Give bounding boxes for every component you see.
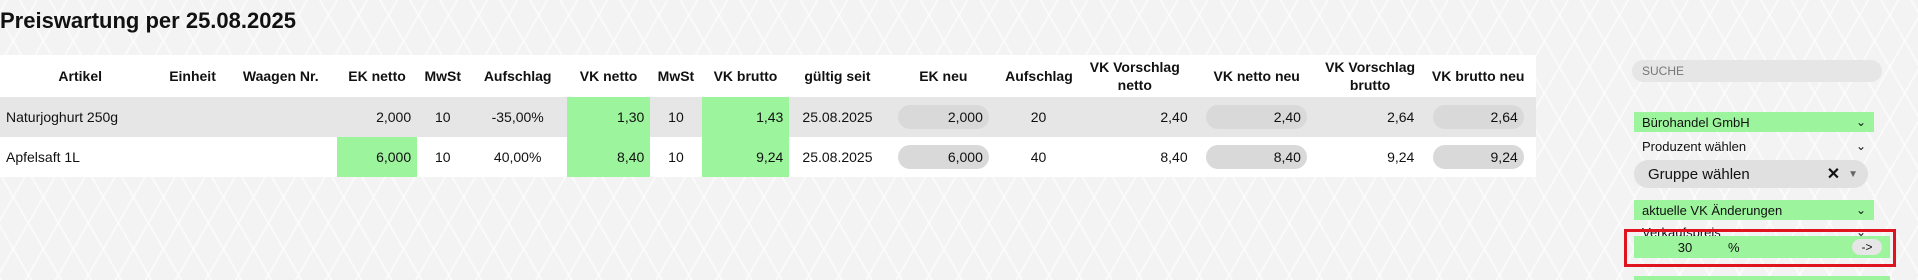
col-header-mwst[interactable]: MwSt	[417, 55, 468, 97]
percent-adjust-bar: 30 % ->	[1634, 236, 1890, 258]
search-input[interactable]	[1632, 60, 1882, 82]
cell-einheit	[160, 137, 224, 177]
cell-ek-netto: 6,000	[336, 137, 418, 177]
supplier-select[interactable]: Bürohandel GmbH ⌄	[1634, 112, 1874, 132]
percent-input[interactable]: 30	[1670, 240, 1700, 255]
cell-ek-netto: 2,000	[336, 97, 418, 137]
cell-vk-vorschlag-netto: 2,40	[1075, 97, 1194, 137]
table-row[interactable]: Apfelsaft 1L 6,000 10 40,00% 8,40 10 9,2…	[0, 137, 1536, 177]
page-title: Preiswartung per 25.08.2025	[0, 8, 296, 33]
vk-netto-neu-field[interactable]: 8,40	[1206, 145, 1307, 169]
cell-ek-neu[interactable]: 2,000	[885, 97, 1002, 137]
vk-brutto-neu-field[interactable]: 2,64	[1432, 105, 1524, 129]
cell-mwst: 10	[435, 149, 451, 165]
cell-aufschlag-neu: 20	[1001, 97, 1076, 137]
col-header-aufschlag[interactable]: Aufschlag	[468, 55, 566, 97]
cell-vk-netto: 1,30	[566, 97, 651, 137]
changes-label: aktuelle VK Änderungen	[1642, 202, 1783, 218]
chevron-down-icon: ⌄	[1855, 115, 1866, 129]
col-header-gueltig-seit[interactable]: gültig seit	[789, 55, 885, 97]
cell-ek-neu[interactable]: 6,000	[886, 137, 1002, 177]
col-header-vk-brutto[interactable]: VK brutto	[702, 55, 790, 97]
cell-vk-netto: 8,40	[566, 137, 651, 177]
percent-unit: %	[1728, 239, 1740, 255]
col-header-aufschlag-2[interactable]: Aufschlag	[1001, 55, 1076, 97]
cell-vk-netto-neu[interactable]: 2,40	[1193, 97, 1320, 137]
col-header-vk-brutto-neu[interactable]: VK brutto neu	[1420, 55, 1536, 97]
clear-icon[interactable]: ✕	[1827, 164, 1840, 184]
chevron-down-icon: ⌄	[1855, 203, 1866, 217]
cell-vk-netto-neu[interactable]: 8,40	[1194, 137, 1320, 177]
price-table: Artikel Einheit Waagen Nr. EK netto MwSt…	[0, 55, 1536, 177]
cell-waagen-nr	[224, 97, 337, 137]
cell-vk-brutto: 9,24	[701, 137, 790, 177]
ek-neu-field[interactable]: 2,000	[897, 105, 989, 129]
col-header-vk-netto-neu[interactable]: VK netto neu	[1194, 55, 1320, 97]
chevron-down-icon: ⌄	[1855, 139, 1866, 153]
col-header-einheit[interactable]: Einheit	[160, 55, 224, 97]
producer-label: Produzent wählen	[1642, 138, 1747, 154]
col-header-artikel[interactable]: Artikel	[0, 55, 160, 97]
cell-aufschlag: -35,00%	[468, 97, 567, 137]
col-header-vk-vorschlag-brutto[interactable]: VK Vorschlag brutto	[1320, 55, 1421, 97]
cell-vk-vorschlag-brutto: 2,64	[1319, 97, 1421, 137]
group-select[interactable]: Gruppe wählen ✕ ▼	[1634, 160, 1868, 188]
cell-vk-brutto: 1,43	[701, 97, 790, 137]
col-header-mwst-2[interactable]: MwSt	[650, 55, 701, 97]
ek-neu-field[interactable]: 6,000	[897, 145, 989, 169]
col-header-ek-netto[interactable]: EK netto	[337, 55, 417, 97]
vk-netto-neu-field[interactable]: 2,40	[1206, 105, 1307, 129]
cell-vk-vorschlag-netto: 8,40	[1160, 149, 1188, 165]
green-strip	[1634, 276, 1890, 280]
col-header-ek-neu[interactable]: EK neu	[886, 55, 1002, 97]
cell-vk-brutto-neu[interactable]: 9,24	[1420, 137, 1536, 177]
cell-gueltig-seit: 25.08.2025	[802, 149, 873, 165]
group-label: Gruppe wählen	[1648, 165, 1750, 183]
vk-brutto-neu-field[interactable]: 9,24	[1432, 145, 1524, 169]
filter-panel: Bürohandel GmbH ⌄ Produzent wählen ⌄ Gru…	[1630, 60, 1894, 240]
cell-mwst: 10	[417, 97, 469, 137]
cell-aufschlag-neu: 40	[1030, 149, 1047, 165]
col-header-vk-netto[interactable]: VK netto	[567, 55, 650, 97]
cell-einheit	[160, 97, 225, 137]
cell-artikel: Apfelsaft 1L	[6, 149, 80, 165]
cell-mwst-2: 10	[650, 97, 702, 137]
col-header-waagen-nr[interactable]: Waagen Nr.	[225, 55, 337, 97]
cell-vk-vorschlag-brutto: 9,24	[1387, 149, 1415, 165]
table-row[interactable]: Naturjoghurt 250g 2,000 10 -35,00% 1,30 …	[0, 97, 1536, 137]
cell-gueltig-seit: 25.08.2025	[789, 97, 886, 137]
cell-waagen-nr	[225, 137, 337, 177]
table-header-row: Artikel Einheit Waagen Nr. EK netto MwSt…	[0, 55, 1536, 97]
producer-select[interactable]: Produzent wählen ⌄	[1634, 136, 1874, 156]
cell-vk-brutto-neu[interactable]: 2,64	[1420, 97, 1536, 137]
col-header-vk-vorschlag-netto[interactable]: VK Vorschlag netto	[1076, 55, 1194, 97]
changes-select[interactable]: aktuelle VK Änderungen ⌄	[1634, 200, 1874, 220]
apply-button[interactable]: ->	[1852, 239, 1882, 255]
cell-aufschlag: 40,00%	[493, 149, 542, 165]
cell-mwst-2: 10	[668, 149, 684, 165]
cell-artikel: Naturjoghurt 250g	[0, 97, 161, 137]
supplier-label: Bürohandel GmbH	[1642, 114, 1750, 130]
caret-down-icon[interactable]: ▼	[1848, 169, 1858, 180]
